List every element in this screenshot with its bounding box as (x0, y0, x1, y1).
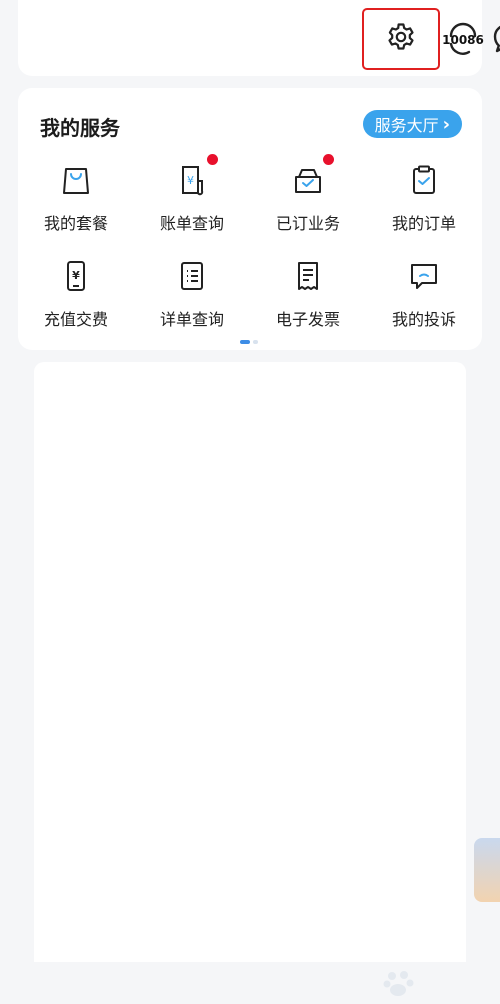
svg-text:¥: ¥ (72, 269, 80, 282)
service-hall-button[interactable]: 服务大厅 › (362, 110, 462, 138)
subscribed-box-icon (288, 154, 334, 200)
shopping-bag-icon (56, 160, 96, 200)
service-label: 我的套餐 (43, 214, 108, 233)
page-dot (253, 340, 258, 344)
service-subscribed-business[interactable]: 已订业务 (250, 154, 366, 250)
floating-edge-widget[interactable] (474, 838, 500, 902)
service-my-plan[interactable]: 我的套餐 (18, 160, 134, 250)
service-label: 详单查询 (159, 310, 224, 329)
message-button[interactable] (486, 8, 500, 72)
content-panel (34, 362, 466, 962)
chevron-right-icon: › (442, 113, 450, 135)
hotline-label: 10086 (442, 33, 484, 47)
service-detail-query[interactable]: 详单查询 (134, 256, 250, 346)
phone-yuan-icon: ¥ (56, 256, 96, 296)
service-label: 充值交费 (43, 310, 108, 329)
service-my-orders[interactable]: 我的订单 (366, 160, 482, 250)
services-title: 我的服务 (40, 116, 120, 140)
gear-icon (385, 21, 417, 57)
clipboard-check-icon (404, 160, 444, 200)
hotline-10086-button[interactable]: 10086 (440, 8, 486, 72)
page-dot-active (240, 340, 250, 344)
watermark-logo (382, 964, 492, 1000)
notification-badge (323, 154, 334, 165)
service-label: 我的订单 (391, 214, 456, 233)
service-recharge[interactable]: ¥ 充值交费 (18, 256, 134, 346)
service-label: 电子发票 (275, 310, 340, 329)
list-document-icon (172, 256, 212, 296)
service-label: 已订业务 (275, 214, 340, 233)
service-my-complaints[interactable]: 我的投诉 (366, 256, 482, 346)
settings-button[interactable] (362, 8, 440, 70)
service-label: 账单查询 (159, 214, 224, 233)
page-indicator (240, 340, 258, 344)
service-bill-query[interactable]: ¥ 账单查询 (134, 154, 250, 250)
my-services-card: 我的服务 服务大厅 › 我的套餐 ¥ 账单查询 已订业务 我的订单 ¥ 充值交费… (18, 88, 482, 350)
svg-text:¥: ¥ (187, 174, 194, 187)
top-header-card: 10086 (18, 0, 500, 76)
header-icon-bar: 10086 (266, 8, 500, 72)
service-e-invoice[interactable]: 电子发票 (250, 256, 366, 346)
chat-bubble-icon (491, 21, 500, 59)
receipt-icon (288, 256, 328, 296)
notification-badge (207, 154, 218, 165)
complaint-message-icon (404, 256, 444, 296)
service-hall-label: 服务大厅 (374, 116, 439, 135)
service-label: 我的投诉 (391, 310, 456, 329)
bill-icon: ¥ (172, 154, 218, 200)
